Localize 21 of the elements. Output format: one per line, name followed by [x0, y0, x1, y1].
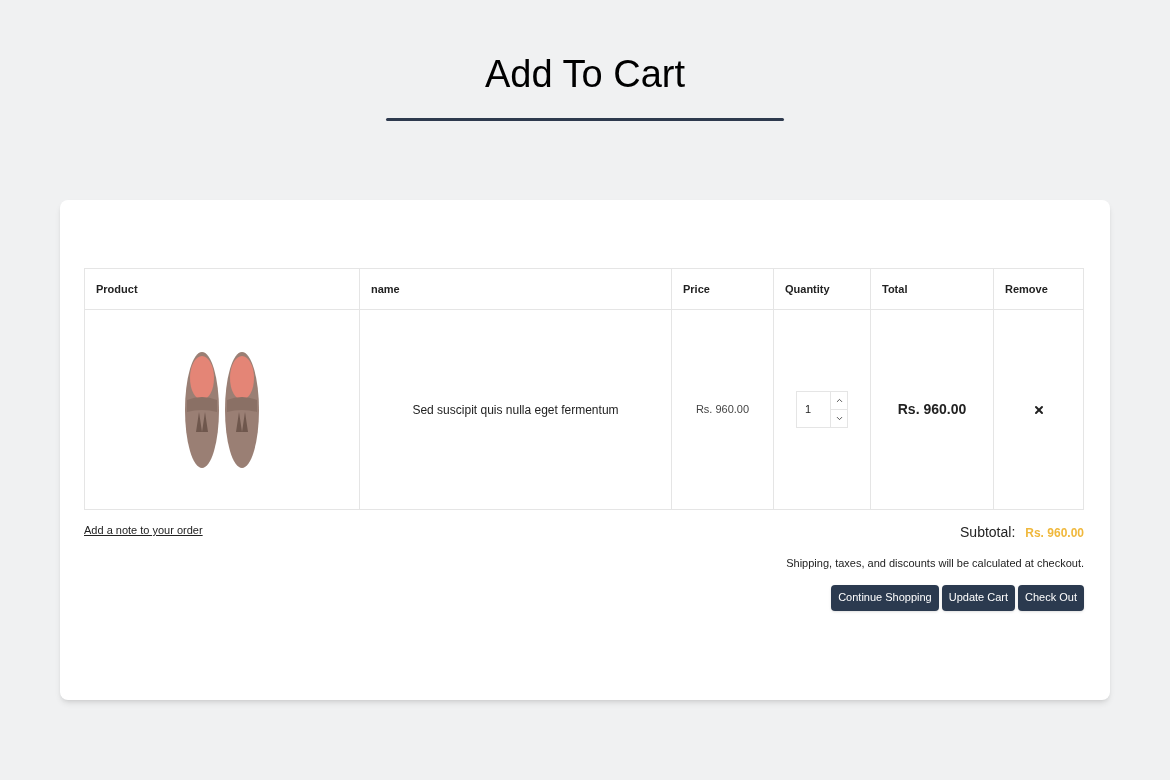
close-icon: [1033, 403, 1045, 416]
column-header: name: [371, 281, 400, 297]
action-button[interactable]: Continue Shopping: [831, 584, 939, 611]
column-header: Total: [882, 281, 908, 297]
chevron-down-icon: [834, 414, 844, 423]
column-header: Price: [683, 281, 710, 297]
checkout-notice: Shipping, taxes, and discounts will be calculated at checkout.: [786, 556, 1084, 571]
action-button[interactable]: Update Cart: [941, 584, 1016, 611]
column-header: Remove: [1005, 281, 1048, 297]
total-cell-text: Rs. 960.00: [897, 400, 967, 419]
subtotal-label: Subtotal:: [960, 523, 1016, 542]
product-name: Sed suscipit quis nulla eget fermentum: [412, 401, 619, 419]
column-header: Product: [96, 281, 138, 297]
add-note-link[interactable]: Add a note to your order: [84, 522, 203, 611]
page-title: Add To Cart: [485, 52, 685, 97]
chevron-up-icon: [834, 396, 844, 405]
quantity-field[interactable]: 1: [796, 391, 848, 428]
column-header: Quantity: [785, 281, 830, 297]
price-cell-text: Rs. 960.00: [695, 402, 750, 418]
action-button[interactable]: Check Out: [1018, 584, 1084, 611]
subtotal-value: Rs. 960.00: [1025, 524, 1084, 542]
